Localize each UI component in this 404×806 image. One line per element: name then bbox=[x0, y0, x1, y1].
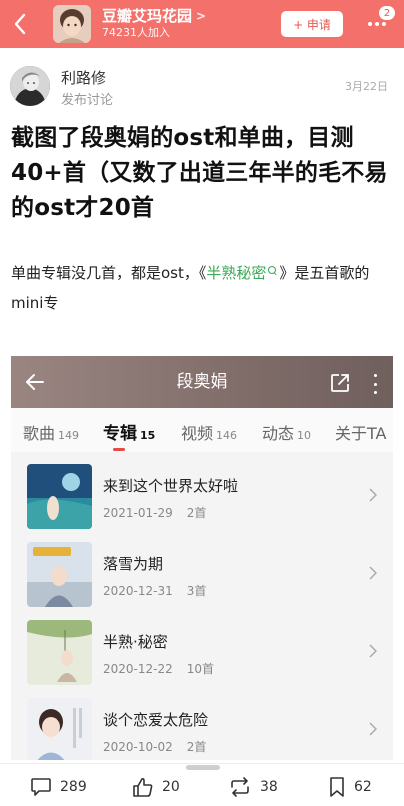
album-meta: 2021-01-29 2首 bbox=[103, 506, 207, 520]
group-avatar[interactable] bbox=[53, 5, 91, 43]
collect-count: 62 bbox=[354, 779, 372, 795]
tab-activity: 动态 10 bbox=[262, 424, 312, 443]
like-count: 20 bbox=[162, 779, 180, 795]
tab-songs: 歌曲 149 bbox=[23, 424, 80, 443]
comment-icon bbox=[31, 778, 51, 796]
chevron-right-icon bbox=[369, 644, 377, 658]
like-button[interactable]: 20 bbox=[132, 776, 180, 798]
album-title: 来到这个世界太好啦 bbox=[103, 477, 239, 495]
album-row: 落雪为期 2020-12-31 3首 bbox=[11, 542, 393, 620]
comment-button[interactable]: 289 bbox=[30, 776, 87, 798]
chevron-right-icon: > bbox=[196, 9, 207, 23]
album-meta: 2020-10-02 2首 bbox=[103, 740, 207, 754]
more-vertical-icon bbox=[372, 374, 378, 394]
chevron-right-icon bbox=[369, 566, 377, 580]
share-icon bbox=[331, 374, 349, 392]
album-row: 来到这个世界太好啦 2021-01-29 2首 bbox=[11, 464, 393, 542]
post-body: 单曲专辑没几首，都是ost，《半熟秘密 》是五首歌的mini专 bbox=[11, 258, 395, 318]
author-avatar[interactable] bbox=[10, 66, 50, 106]
bookmark-icon bbox=[330, 777, 344, 797]
embedded-screenshot[interactable]: 段奥娟 歌曲 149 专辑 15 视频 146 动态 10 关于TA 来到这个世界太好啦… bbox=[11, 356, 393, 760]
album-meta: 2020-12-31 3首 bbox=[103, 584, 207, 598]
group-header: 豆瓣艾玛花园 > 74231人加入 + 申请 2 bbox=[0, 0, 404, 48]
back-arrow-icon bbox=[26, 374, 44, 390]
album-cover bbox=[27, 698, 92, 760]
comment-count: 289 bbox=[60, 779, 87, 795]
tab-about: 关于TA bbox=[335, 424, 387, 443]
search-icon bbox=[268, 266, 277, 275]
post-date: 3月22日 bbox=[345, 80, 388, 93]
chevron-right-icon bbox=[369, 722, 377, 736]
post-action-label: 发布讨论 bbox=[61, 93, 114, 108]
chevron-right-icon bbox=[369, 488, 377, 502]
post-body-text: 单曲专辑没几首，都是ost，《 bbox=[11, 264, 207, 282]
tab-albums: 专辑 15 bbox=[103, 424, 156, 444]
thumbs-up-icon bbox=[133, 777, 153, 797]
post-title: 截图了段奥娟的ost和单曲，目测40+首（又数了出道三年半的毛不易的ost才20… bbox=[11, 125, 388, 221]
apply-join-button[interactable]: + 申请 bbox=[281, 11, 343, 37]
album-meta: 2020-12-22 10首 bbox=[103, 662, 215, 676]
tab-videos: 视频 146 bbox=[181, 424, 238, 443]
reshare-button[interactable]: 38 bbox=[228, 776, 278, 798]
notification-badge: 2 bbox=[379, 6, 395, 20]
collect-button[interactable]: 62 bbox=[328, 776, 372, 798]
scroll-handle bbox=[186, 765, 220, 770]
album-row: 半熟·秘密 2020-12-22 10首 bbox=[11, 620, 393, 698]
album-cover bbox=[27, 620, 92, 685]
album-title: 半熟·秘密 bbox=[103, 633, 168, 651]
search-link-text: 半熟秘密 bbox=[206, 264, 267, 282]
back-button[interactable] bbox=[0, 0, 40, 48]
active-tab-indicator bbox=[113, 448, 125, 451]
group-name: 豆瓣艾玛花园 bbox=[102, 7, 193, 25]
album-title: 谈个恋爱太危险 bbox=[103, 711, 209, 729]
author-name[interactable]: 利路修 bbox=[61, 67, 106, 88]
album-cover bbox=[27, 542, 92, 607]
reshare-count: 38 bbox=[260, 779, 278, 795]
artist-tabs: 歌曲 149 专辑 15 视频 146 动态 10 关于TA bbox=[11, 408, 393, 452]
album-row: 谈个恋爱太危险 2020-10-02 2首 bbox=[11, 698, 393, 760]
back-arrow-icon bbox=[14, 13, 26, 35]
reshare-icon bbox=[231, 777, 249, 797]
search-link[interactable]: 半熟秘密 bbox=[206, 264, 279, 282]
group-info[interactable]: 豆瓣艾玛花园 > 74231人加入 bbox=[102, 7, 206, 41]
group-member-count: 74231人加入 bbox=[102, 26, 170, 39]
album-title: 落雪为期 bbox=[103, 555, 164, 573]
album-cover bbox=[27, 464, 92, 529]
